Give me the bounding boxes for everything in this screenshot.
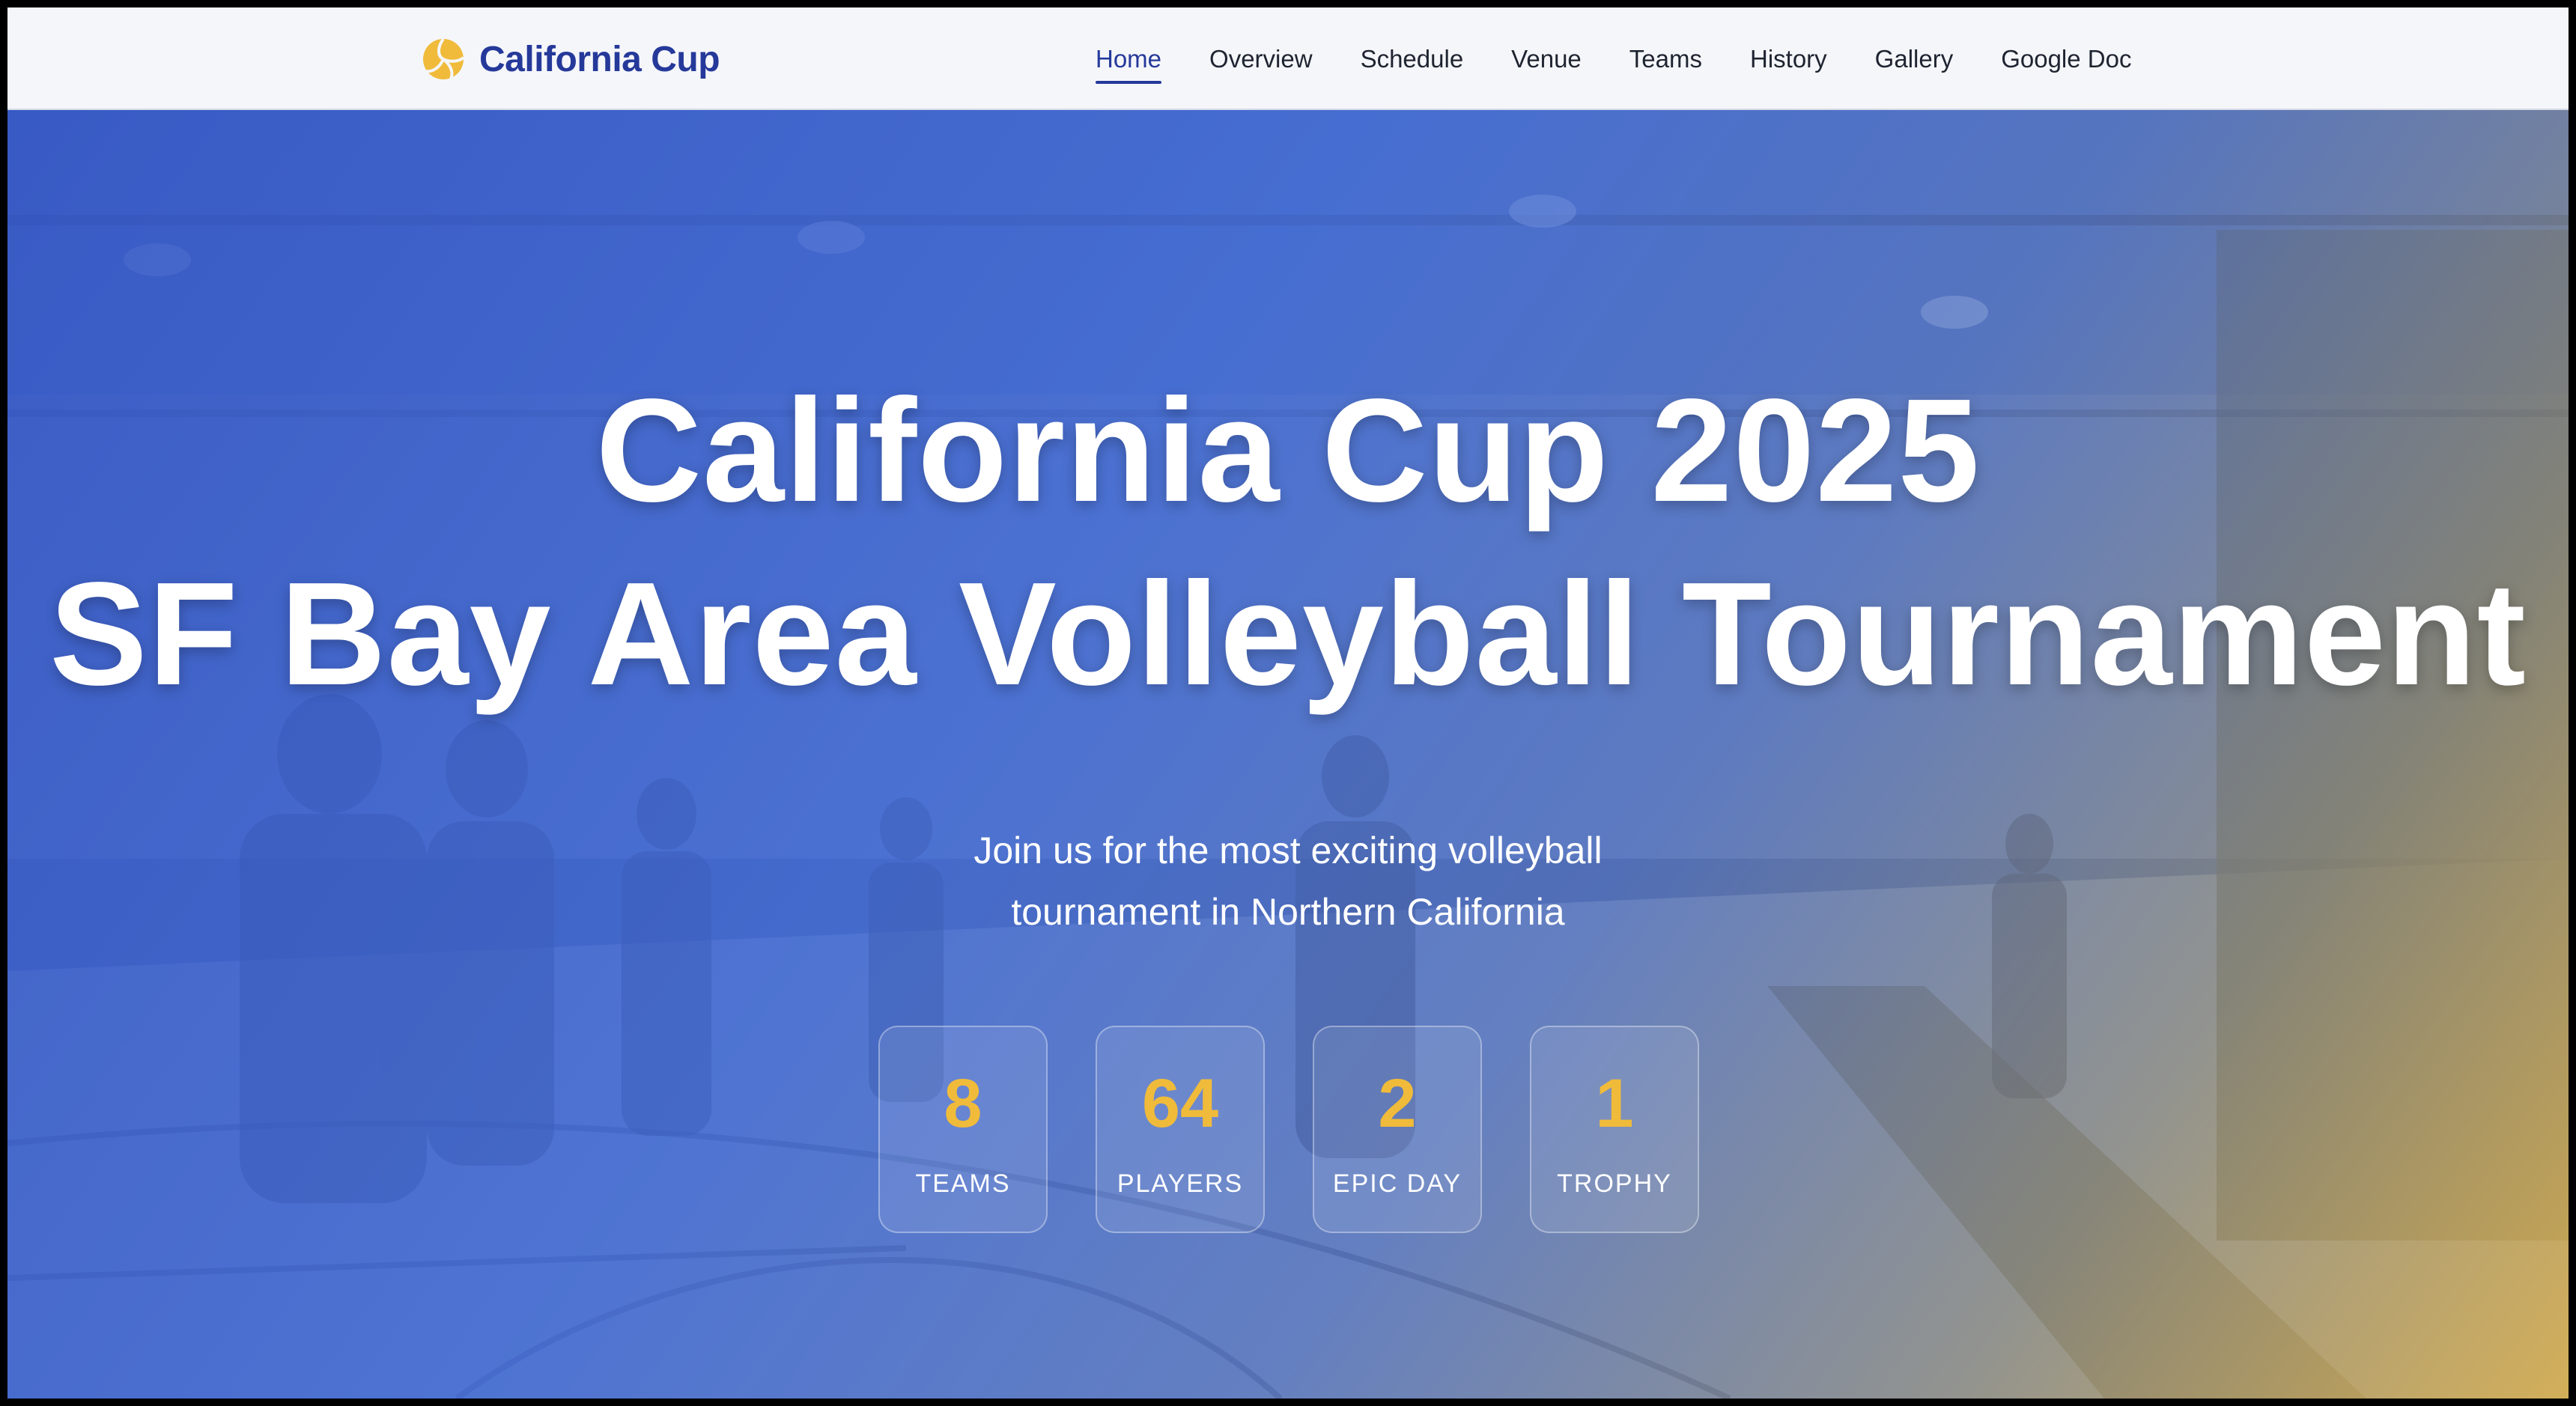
stat-card-teams: 8 TEAMS (878, 1026, 1048, 1233)
hero-section: California Cup 2025 SF Bay Area Volleyba… (7, 110, 2569, 1399)
nav-venue[interactable]: Venue (1511, 45, 1582, 73)
stat-card-trophy: 1 TROPHY (1530, 1026, 1699, 1233)
stat-label: TROPHY (1557, 1169, 1672, 1198)
stat-value: 1 (1595, 1065, 1634, 1142)
stat-label: TEAMS (915, 1169, 1011, 1198)
nav-overview[interactable]: Overview (1209, 45, 1313, 73)
brand-name: California Cup (479, 39, 720, 79)
stat-value: 2 (1378, 1065, 1417, 1142)
stat-card-players: 64 PLAYERS (1096, 1026, 1265, 1233)
nav-history[interactable]: History (1750, 45, 1827, 73)
main-nav: Home Overview Schedule Venue Teams Histo… (1096, 33, 2131, 85)
brand-logo-link[interactable]: California Cup (421, 33, 720, 85)
top-navbar: California Cup Home Overview Schedule Ve… (7, 7, 2569, 110)
hero-title-line1: California Cup 2025 (595, 368, 1981, 532)
stat-label: EPIC DAY (1332, 1169, 1462, 1198)
stat-label: PLAYERS (1117, 1169, 1244, 1198)
nav-gallery[interactable]: Gallery (1875, 45, 1954, 73)
hero-title-line2: SF Bay Area Volleyball Tournament (49, 552, 2527, 716)
nav-home[interactable]: Home (1096, 45, 1162, 84)
stats-row: 8 TEAMS 64 PLAYERS 2 EPIC DAY 1 TROPHY (878, 1026, 1699, 1233)
hero-subtitle: Join us for the most exciting volleyball… (7, 820, 2569, 943)
hero-subtitle-line2: tournament in Northern California (1011, 891, 1565, 933)
nav-schedule[interactable]: Schedule (1361, 45, 1464, 73)
stat-value: 64 (1141, 1065, 1219, 1142)
browser-viewport: California Cup Home Overview Schedule Ve… (7, 7, 2569, 1399)
nav-teams[interactable]: Teams (1629, 45, 1702, 73)
stat-card-epic-day: 2 EPIC DAY (1313, 1026, 1482, 1233)
hero-subtitle-line1: Join us for the most exciting volleyball (973, 830, 1603, 871)
stat-value: 8 (944, 1065, 982, 1142)
nav-google-doc[interactable]: Google Doc (2001, 45, 2131, 73)
volleyball-icon (423, 37, 465, 79)
